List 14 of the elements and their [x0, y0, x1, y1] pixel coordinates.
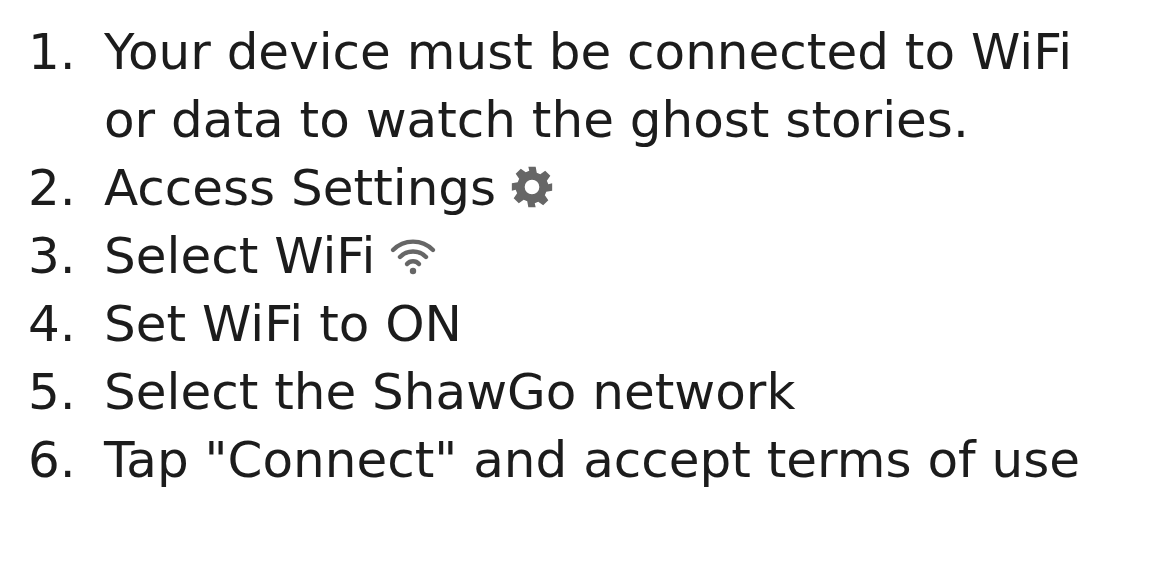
wifi-icon [389, 237, 438, 277]
step-text: Access Settings [104, 159, 497, 217]
step-number: 5. [28, 362, 77, 423]
step-number: 4. [28, 294, 77, 355]
step-text: Set WiFi to ON [104, 295, 462, 353]
step-number: 1. [28, 22, 77, 83]
step-text: Select the ShawGo network [104, 363, 796, 421]
step-text: Tap "Connect" and accept terms of use [104, 431, 1081, 489]
gear-icon [510, 165, 555, 209]
step-number: 3. [28, 226, 77, 287]
step-number: 6. [28, 430, 77, 491]
step-text: Select WiFi [104, 227, 376, 285]
step-text: Your device must be connected to WiFi or data to watch the ghost stories. [104, 23, 1073, 149]
step-number: 2. [28, 158, 77, 219]
